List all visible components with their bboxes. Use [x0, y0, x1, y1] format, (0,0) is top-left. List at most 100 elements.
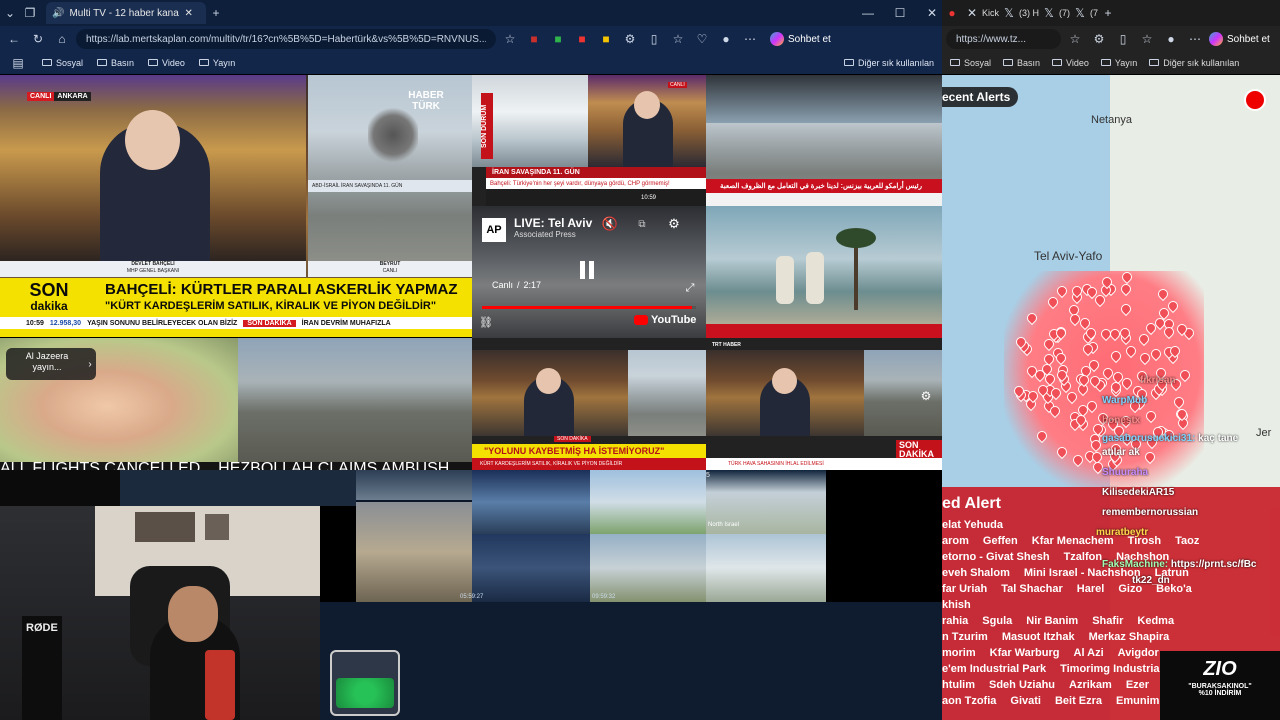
bookmark-folder[interactable]: Sosyal: [950, 58, 991, 68]
url-field[interactable]: https://www.tz...: [946, 29, 1061, 49]
back-icon[interactable]: ←: [4, 29, 24, 49]
alert-location: Timorimg Industria: [1060, 663, 1160, 675]
split-screen-icon[interactable]: ▯: [1113, 29, 1133, 49]
speaker-head: [125, 110, 180, 170]
cnn-video[interactable]: SON DAKİKA "YOLUNU KAYBETMİŞ HA İSTEMİYO…: [472, 338, 706, 470]
ap-video[interactable]: AP LIVE: Tel Aviv Associated Press 🔇 ⧉ ⚙…: [472, 206, 706, 338]
tab-kick[interactable]: Kick: [982, 8, 999, 18]
home-icon[interactable]: ⌂: [52, 29, 72, 49]
bookmark-folder[interactable]: Basın: [97, 58, 134, 68]
split-screen-icon[interactable]: ▯: [644, 29, 664, 49]
chat-username: gasaborusuekici31:: [1102, 433, 1199, 444]
streamer-webcam: RØDE: [0, 506, 320, 720]
tab-x[interactable]: (7): [1059, 8, 1070, 18]
alert-location: Shafir: [1092, 615, 1124, 627]
tab-actions-icon[interactable]: ⌄: [0, 3, 20, 23]
copilot-icon: [770, 32, 784, 46]
close-tab-icon[interactable]: ✕: [962, 3, 982, 23]
promo-discount: %10 İNDİRİM: [1198, 690, 1242, 697]
mute-icon[interactable]: 🔇: [600, 214, 620, 234]
live-badge: CANLI ANKARA: [27, 92, 91, 101]
webcam-feed: [472, 534, 590, 602]
extensions-icon[interactable]: ⚙: [620, 29, 640, 49]
settings-icon[interactable]: ⚙: [664, 214, 684, 234]
webcam-timestamp: 09:59:32: [592, 594, 616, 600]
alert-location: Kfar Warburg: [989, 647, 1060, 659]
location-sub: CANLI: [382, 268, 398, 274]
map-label: Jer: [1256, 427, 1272, 439]
tab-x[interactable]: (3) H: [1019, 8, 1039, 18]
extension-icon[interactable]: ■: [596, 29, 616, 49]
captions-icon[interactable]: ⧉: [632, 214, 652, 234]
refresh-icon[interactable]: ↻: [28, 29, 48, 49]
sponsor-overlay: ZIO "BURAKSAKINOL" %10 İNDİRİM: [1160, 651, 1280, 720]
bookmark-folder[interactable]: Yayın: [1100, 58, 1137, 68]
haberturk-video[interactable]: CANLI ANKARA HABER TÜRK ABD-İSRAİL İRAN …: [0, 75, 472, 337]
alerts-map[interactable]: ecent Alerts Netanya Tel Aviv-Yafo Jer e…: [942, 75, 1280, 720]
close-tab-icon[interactable]: ✕: [184, 8, 192, 19]
new-tab-icon[interactable]: +: [1098, 3, 1118, 23]
close-window-icon[interactable]: ✕: [922, 3, 942, 23]
fullscreen-icon[interactable]: ⤢: [680, 278, 700, 298]
extension-icon[interactable]: ■: [548, 29, 568, 49]
alert-location: far Uriah: [942, 583, 988, 595]
progress-track[interactable]: [482, 306, 696, 309]
ticker-badge: SON DAKİKA: [243, 319, 296, 327]
ticker-bar: 10:59 12.958,30 YAŞIN SONUNU BELİRLEYECE…: [0, 317, 472, 329]
menu-icon[interactable]: ⋯: [740, 29, 760, 49]
right-tab-strip: ● ✕ Kick 𝕏 (3) H 𝕏 (7) 𝕏 (7 +: [942, 0, 1280, 26]
tab-multitv[interactable]: 🔊 Multi TV - 12 haber kanalını a ✕: [46, 2, 206, 24]
alert-location: e'em Industrial Park: [942, 663, 1047, 675]
arabiya-video[interactable]: رئيس أرامكو للعربية بيزنس: لدينا خبرة في…: [706, 75, 942, 206]
profile-avatar-icon[interactable]: ●: [1161, 29, 1181, 49]
badge: SON DAKİKA: [896, 440, 942, 460]
alert-location: Azrikam: [1069, 679, 1112, 691]
bookmark-folder[interactable]: Video: [1052, 58, 1089, 68]
copilot-button[interactable]: Sohbet et: [1209, 32, 1270, 46]
live-status: Canlı/2:17: [492, 280, 542, 290]
ticker-text: ALL FLIGHTS CANCELLED... HEZBOLLAH CLAIM…: [0, 460, 450, 470]
workspaces-icon[interactable]: ❐: [20, 3, 40, 23]
other-bookmarks[interactable]: Diğer sık kullanılan: [843, 58, 934, 68]
tab-x[interactable]: (7: [1090, 8, 1098, 18]
trt-video[interactable]: TRT HABER ⚙ SON DAKİKA TÜRK HAVA SAHASIN…: [706, 338, 942, 470]
profile-avatar-icon[interactable]: ●: [716, 29, 736, 49]
favorites-icon[interactable]: ☆: [668, 29, 688, 49]
youtube-logo[interactable]: YouTube: [634, 314, 696, 326]
settings-icon[interactable]: ⚙: [916, 386, 936, 406]
bookmark-folder[interactable]: Yayın: [198, 58, 235, 68]
background-panel: [120, 470, 356, 506]
minimize-icon[interactable]: —: [858, 3, 878, 23]
collections-icon[interactable]: ♡: [692, 29, 712, 49]
extensions-icon[interactable]: ⚙: [1089, 29, 1109, 49]
extension-icon[interactable]: ■: [572, 29, 592, 49]
other-bookmarks[interactable]: Diğer sık kullanılan: [1149, 58, 1239, 68]
chevron-right-icon[interactable]: ›: [80, 354, 100, 374]
favorites-icon[interactable]: ☆: [1137, 29, 1157, 49]
menu-icon[interactable]: ⋯: [1185, 29, 1205, 49]
maximize-icon[interactable]: ☐: [890, 3, 910, 23]
map-label: Tel Aviv-Yafo: [1034, 249, 1103, 263]
person-figure: [776, 256, 794, 304]
star-icon[interactable]: ☆: [1065, 29, 1085, 49]
bookmark-folder[interactable]: Video: [148, 58, 185, 68]
star-icon[interactable]: ☆: [500, 29, 520, 49]
chat-username: Shuuraha: [1102, 467, 1149, 478]
ntv-video[interactable]: SON DURUM CANLI İRAN SAVAŞINDA 11. GÜN B…: [472, 75, 706, 206]
bookmark-folder[interactable]: Sosyal: [42, 58, 83, 68]
pause-icon[interactable]: [580, 261, 596, 281]
bookmark-folder[interactable]: Basın: [1003, 58, 1040, 68]
chat-username: KilisedekiAR15: [1102, 487, 1175, 498]
copilot-button[interactable]: Sohbet et: [770, 32, 831, 46]
city-footage: [238, 338, 472, 462]
extension-icon[interactable]: ■: [524, 29, 544, 49]
link-icon[interactable]: ⛓: [476, 312, 496, 332]
aljazeera-video[interactable]: Al Jazeera yayın... › ALL FLIGHTS CANCEL…: [0, 338, 472, 470]
badge: SON DAKİKA: [554, 436, 591, 442]
bist-index: 12.958,30: [49, 319, 82, 327]
webcam-grid[interactable]: 5 North Israel 05:59:27 09:59:32: [356, 470, 826, 602]
new-tab-icon[interactable]: +: [206, 3, 226, 23]
sidebar-icon[interactable]: ▤: [8, 53, 28, 73]
beach-video[interactable]: [706, 206, 942, 338]
url-field[interactable]: https://lab.mertskaplan.com/multitv/tr/1…: [76, 29, 496, 49]
